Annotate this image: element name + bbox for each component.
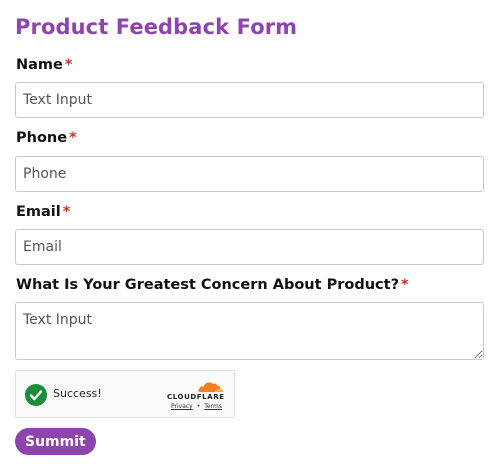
- name-input[interactable]: [15, 82, 484, 118]
- feedback-form: Product Feedback Form Name* Phone* Email…: [0, 0, 500, 471]
- concern-label-text: What Is Your Greatest Concern About Prod…: [16, 277, 399, 293]
- captcha-status: Success!: [53, 387, 102, 400]
- cloudflare-brand: CLOUDFLARE: [167, 393, 225, 401]
- email-input[interactable]: [15, 229, 484, 265]
- concern-label: What Is Your Greatest Concern About Prod…: [16, 277, 409, 293]
- success-check-icon: [25, 384, 47, 406]
- phone-label-text: Phone: [16, 130, 68, 146]
- required-marker: *: [400, 277, 409, 293]
- required-marker: *: [69, 130, 77, 146]
- submit-button[interactable]: Summit: [15, 428, 96, 455]
- name-label: Name *: [16, 57, 72, 73]
- required-marker: *: [64, 57, 73, 73]
- privacy-link[interactable]: Privacy: [171, 403, 193, 410]
- cloudflare-cloud-icon: [198, 382, 224, 392]
- email-label: Email *: [16, 204, 70, 220]
- phone-label: Phone *: [16, 130, 77, 146]
- phone-input[interactable]: [15, 156, 484, 192]
- concern-textarea[interactable]: [15, 302, 484, 360]
- required-marker: *: [62, 204, 71, 220]
- cloudflare-links: Privacy • Terms: [171, 403, 222, 410]
- cloudflare-captcha-widget[interactable]: Success! CLOUDFLARE Privacy • Terms: [15, 370, 235, 418]
- form-title: Product Feedback Form: [15, 15, 298, 39]
- link-separator: •: [196, 403, 201, 410]
- email-label-text: Email: [16, 204, 61, 220]
- name-label-text: Name: [16, 57, 63, 73]
- terms-link[interactable]: Terms: [204, 403, 222, 410]
